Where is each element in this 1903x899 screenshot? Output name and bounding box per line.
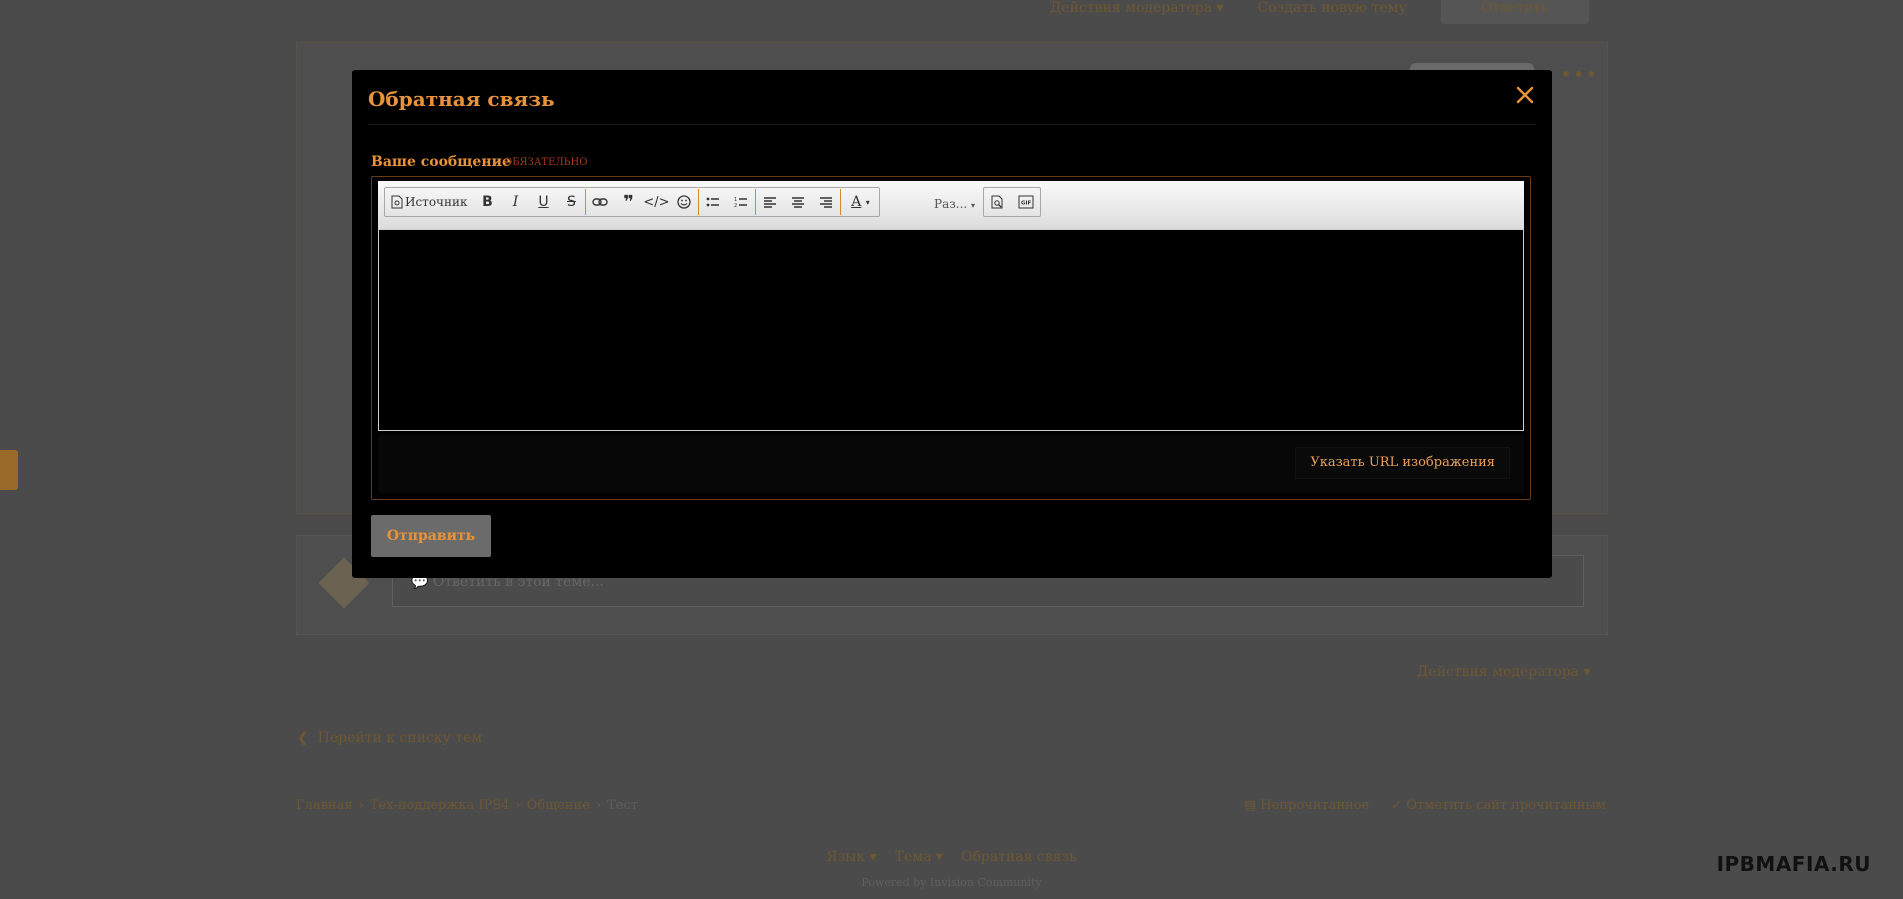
breadcrumb-item[interactable]: Тех-поддержка IPS4 [370, 798, 510, 813]
side-tab[interactable] [0, 450, 18, 490]
strikethrough-icon[interactable]: S [557, 189, 585, 215]
quote-icon[interactable]: ❞ [614, 189, 642, 215]
source-button[interactable]: Источник [385, 189, 473, 215]
chevron-left-icon: ❮ [297, 730, 309, 746]
theme-menu[interactable]: Тема ▾ [895, 849, 943, 865]
align-right-icon[interactable] [812, 189, 840, 215]
modal-divider [368, 124, 1536, 125]
tag-icon: ▤ [1243, 798, 1257, 813]
new-topic-link[interactable]: Создать новую тему [1258, 0, 1407, 16]
source-icon [391, 195, 403, 209]
font-size-select[interactable]: Раз... ▾ [934, 197, 975, 211]
breadcrumb-current: Тест [607, 798, 638, 813]
source-label: Источник [405, 195, 468, 209]
svg-text:2: 2 [734, 203, 737, 208]
modal-title: Обратная связь [368, 87, 555, 111]
align-center-icon[interactable] [784, 189, 812, 215]
activity-links: ▤ Непрочитанное ✓ Отметить сайт прочитан… [1244, 798, 1606, 813]
back-to-topics-link[interactable]: ❮ Перейти к списку тем [297, 730, 482, 746]
underline-icon[interactable]: U [529, 189, 557, 215]
bold-icon[interactable]: B [473, 189, 501, 215]
submit-button[interactable]: Отправить [371, 515, 491, 557]
code-icon[interactable]: </> [642, 189, 670, 215]
breadcrumb-item[interactable]: Общение [527, 798, 590, 813]
breadcrumb-item[interactable]: Главная [296, 798, 353, 813]
feedback-link[interactable]: Обратная связь [961, 849, 1077, 865]
top-nav: Действия модератора ▾ Создать новую тему… [1050, 0, 1589, 24]
message-editor: Источник B I U S ❞ </> 1 2 A ▾ Раз... ▾ … [371, 176, 1531, 500]
link-icon[interactable] [586, 189, 614, 215]
footer-links: Язык ▾ Тема ▾ Обратная связь [0, 849, 1903, 865]
message-label: Ваше сообщение [371, 154, 511, 170]
numbered-list-icon[interactable]: 12 [727, 189, 755, 215]
feedback-modal: Обратная связь Ваше сообщение обязательн… [352, 70, 1552, 578]
powered-by: Powered by Invision Community [861, 876, 1042, 889]
mod-actions-bottom[interactable]: Действия модератора ▾ [1417, 664, 1591, 680]
emoji-icon[interactable] [670, 189, 698, 215]
bullet-list-icon[interactable] [699, 189, 727, 215]
text-color-icon[interactable]: A ▾ [841, 189, 879, 215]
mod-actions-link[interactable]: Действия модератора ▾ [1050, 0, 1224, 16]
gif-icon[interactable]: GIF [1012, 189, 1040, 215]
italic-icon[interactable]: I [501, 189, 529, 215]
close-icon[interactable] [1514, 84, 1536, 106]
watermark: IPBMAFIA.RU [1716, 852, 1871, 876]
attachment-bar: Указать URL изображения [378, 435, 1524, 493]
required-badge: обязательно [504, 157, 588, 168]
mark-read-link[interactable]: ✓ Отметить сайт прочитанным [1391, 798, 1606, 813]
breadcrumb: Главная › Тех-поддержка IPS4 › Общение › Те… [296, 798, 638, 813]
toolbar-group-insert: GIF [983, 187, 1041, 217]
svg-text:GIF: GIF [1021, 201, 1032, 207]
check-icon: ✓ [1391, 798, 1403, 813]
image-url-button[interactable]: Указать URL изображения [1295, 447, 1510, 479]
more-options-icon[interactable]: ••• [1560, 62, 1598, 86]
reply-button[interactable]: Ответить [1440, 0, 1589, 24]
align-left-icon[interactable] [756, 189, 784, 215]
language-menu[interactable]: Язык ▾ [826, 849, 876, 865]
preview-icon[interactable] [984, 189, 1012, 215]
unread-link[interactable]: ▤ Непрочитанное [1244, 798, 1369, 813]
message-textarea[interactable] [378, 229, 1524, 431]
toolbar-group-format: Источник B I U S ❞ </> 1 2 A ▾ [384, 187, 881, 217]
editor-toolbar: Источник B I U S ❞ </> 1 2 A ▾ Раз... ▾ … [378, 181, 1524, 229]
